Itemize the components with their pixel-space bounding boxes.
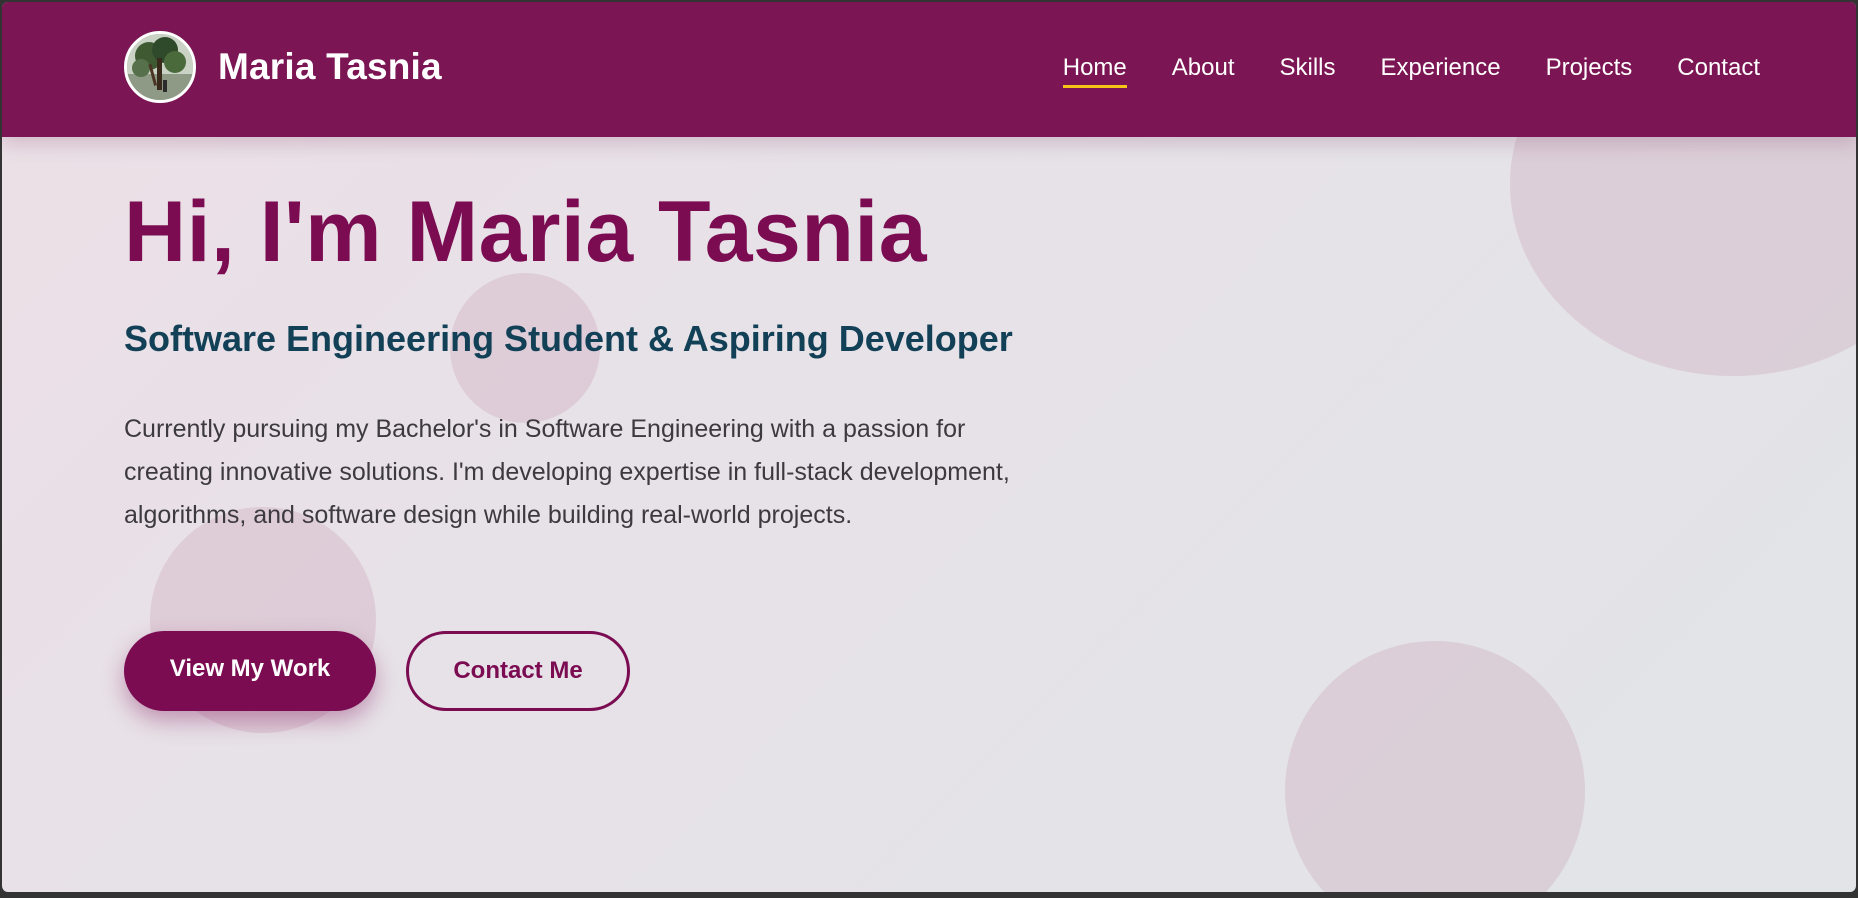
- main-nav: Home About Skills Experience Projects Co…: [1018, 54, 1760, 88]
- cta-buttons: View My Work Contact Me: [124, 631, 630, 711]
- avatar: [124, 31, 196, 103]
- brand-name: Maria Tasnia: [218, 46, 442, 87]
- hero-title: Hi, I'm Maria Tasnia: [124, 184, 928, 280]
- navbar: Maria Tasnia Home About Skills Experienc…: [2, 2, 1856, 137]
- nav-item-experience[interactable]: Experience: [1381, 54, 1501, 82]
- view-my-work-button[interactable]: View My Work: [124, 631, 376, 711]
- hero-description: Currently pursuing my Bachelor's in Soft…: [124, 415, 1010, 529]
- nav-item-skills[interactable]: Skills: [1279, 54, 1335, 82]
- hero-section: Hi, I'm Maria Tasnia Software Engineerin…: [124, 182, 1024, 537]
- hero-subtitle: Software Engineering Student & Aspiring …: [124, 318, 1013, 359]
- brand[interactable]: Maria Tasnia: [124, 31, 442, 103]
- nav-item-contact[interactable]: Contact: [1677, 54, 1760, 82]
- nav-item-home[interactable]: Home: [1062, 54, 1127, 88]
- nav-item-about[interactable]: About: [1172, 54, 1235, 82]
- nav-item-projects[interactable]: Projects: [1546, 54, 1633, 82]
- profile-photo-icon: [127, 34, 193, 100]
- decorative-circle: [1285, 641, 1585, 892]
- contact-me-button[interactable]: Contact Me: [406, 631, 630, 711]
- page-frame: Maria Tasnia Home About Skills Experienc…: [2, 2, 1856, 892]
